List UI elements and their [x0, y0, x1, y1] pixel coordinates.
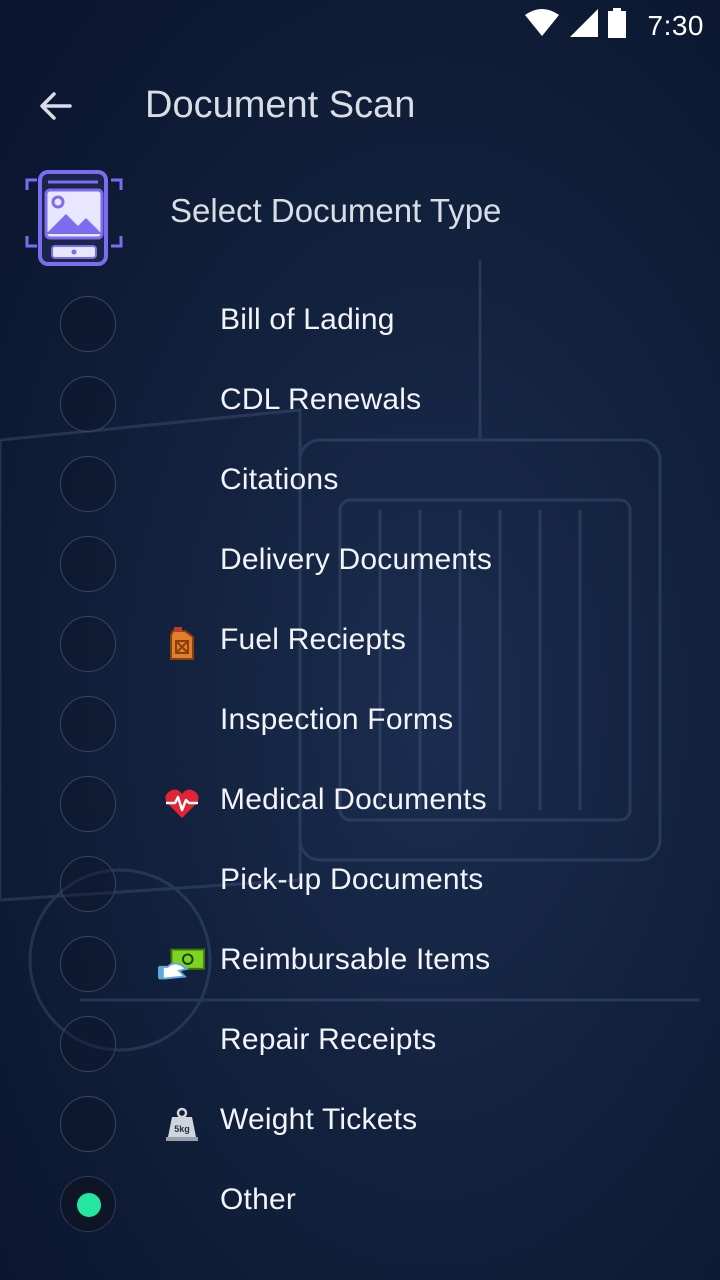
- radio-button[interactable]: [60, 536, 116, 592]
- radio-selected-dot: [77, 1193, 101, 1217]
- option-medical-documents[interactable]: Medical Documents: [0, 764, 720, 844]
- option-bill-of-lading[interactable]: Bill of Lading: [0, 284, 720, 364]
- battery-icon: [607, 8, 626, 43]
- radio-button[interactable]: [60, 696, 116, 752]
- option-weight-tickets[interactable]: 5kg Weight Tickets: [0, 1084, 720, 1164]
- app-bar: Document Scan: [0, 64, 720, 148]
- option-label: Bill of Lading: [220, 303, 395, 336]
- status-bar: 7:30: [0, 0, 720, 48]
- option-label: Medical Documents: [220, 783, 487, 816]
- document-scan-icon: [25, 170, 123, 266]
- radio-button[interactable]: [60, 296, 116, 352]
- wifi-icon: [524, 9, 560, 42]
- radio-button[interactable]: [60, 936, 116, 992]
- radio-button[interactable]: [60, 616, 116, 672]
- svg-text:5kg: 5kg: [174, 1124, 190, 1134]
- arrow-left-icon: [40, 92, 72, 120]
- cellular-signal-icon: [569, 9, 598, 42]
- section-header: Select Document Type: [0, 168, 720, 272]
- option-repair-receipts[interactable]: Repair Receipts: [0, 1004, 720, 1084]
- status-time: 7:30: [647, 9, 704, 41]
- option-cdl-renewals[interactable]: CDL Renewals: [0, 364, 720, 444]
- heart-pulse-icon: [158, 784, 206, 824]
- option-reimbursable-items[interactable]: Reimbursable Items: [0, 924, 720, 1004]
- radio-button[interactable]: [60, 456, 116, 512]
- option-citations[interactable]: Citations: [0, 444, 720, 524]
- option-label: Pick-up Documents: [220, 863, 484, 896]
- option-label: Delivery Documents: [220, 543, 493, 576]
- option-fuel-receipts[interactable]: Fuel Reciepts: [0, 604, 720, 684]
- radio-button[interactable]: [60, 1016, 116, 1072]
- option-label: Reimbursable Items: [220, 943, 491, 976]
- option-pick-up-documents[interactable]: Pick-up Documents: [0, 844, 720, 924]
- fuel-can-icon: [158, 624, 206, 664]
- option-label: Inspection Forms: [220, 703, 454, 736]
- weight-5kg-icon: 5kg: [158, 1104, 206, 1144]
- radio-button-selected[interactable]: [60, 1176, 116, 1232]
- option-label: Citations: [220, 463, 339, 496]
- page-title: Document Scan: [145, 84, 416, 126]
- radio-button[interactable]: [60, 1096, 116, 1152]
- option-other[interactable]: Other: [0, 1164, 720, 1244]
- option-inspection-forms[interactable]: Inspection Forms: [0, 684, 720, 764]
- radio-button[interactable]: [60, 856, 116, 912]
- radio-button[interactable]: [60, 376, 116, 432]
- back-button[interactable]: [28, 78, 84, 134]
- option-label: Repair Receipts: [220, 1023, 437, 1056]
- option-label: Other: [220, 1183, 297, 1216]
- radio-button[interactable]: [60, 776, 116, 832]
- section-title: Select Document Type: [170, 192, 502, 229]
- option-label: CDL Renewals: [220, 383, 422, 416]
- cash-hand-icon: [158, 944, 206, 984]
- option-label: Weight Tickets: [220, 1103, 418, 1136]
- option-delivery-documents[interactable]: Delivery Documents: [0, 524, 720, 604]
- option-label: Fuel Reciepts: [220, 623, 407, 656]
